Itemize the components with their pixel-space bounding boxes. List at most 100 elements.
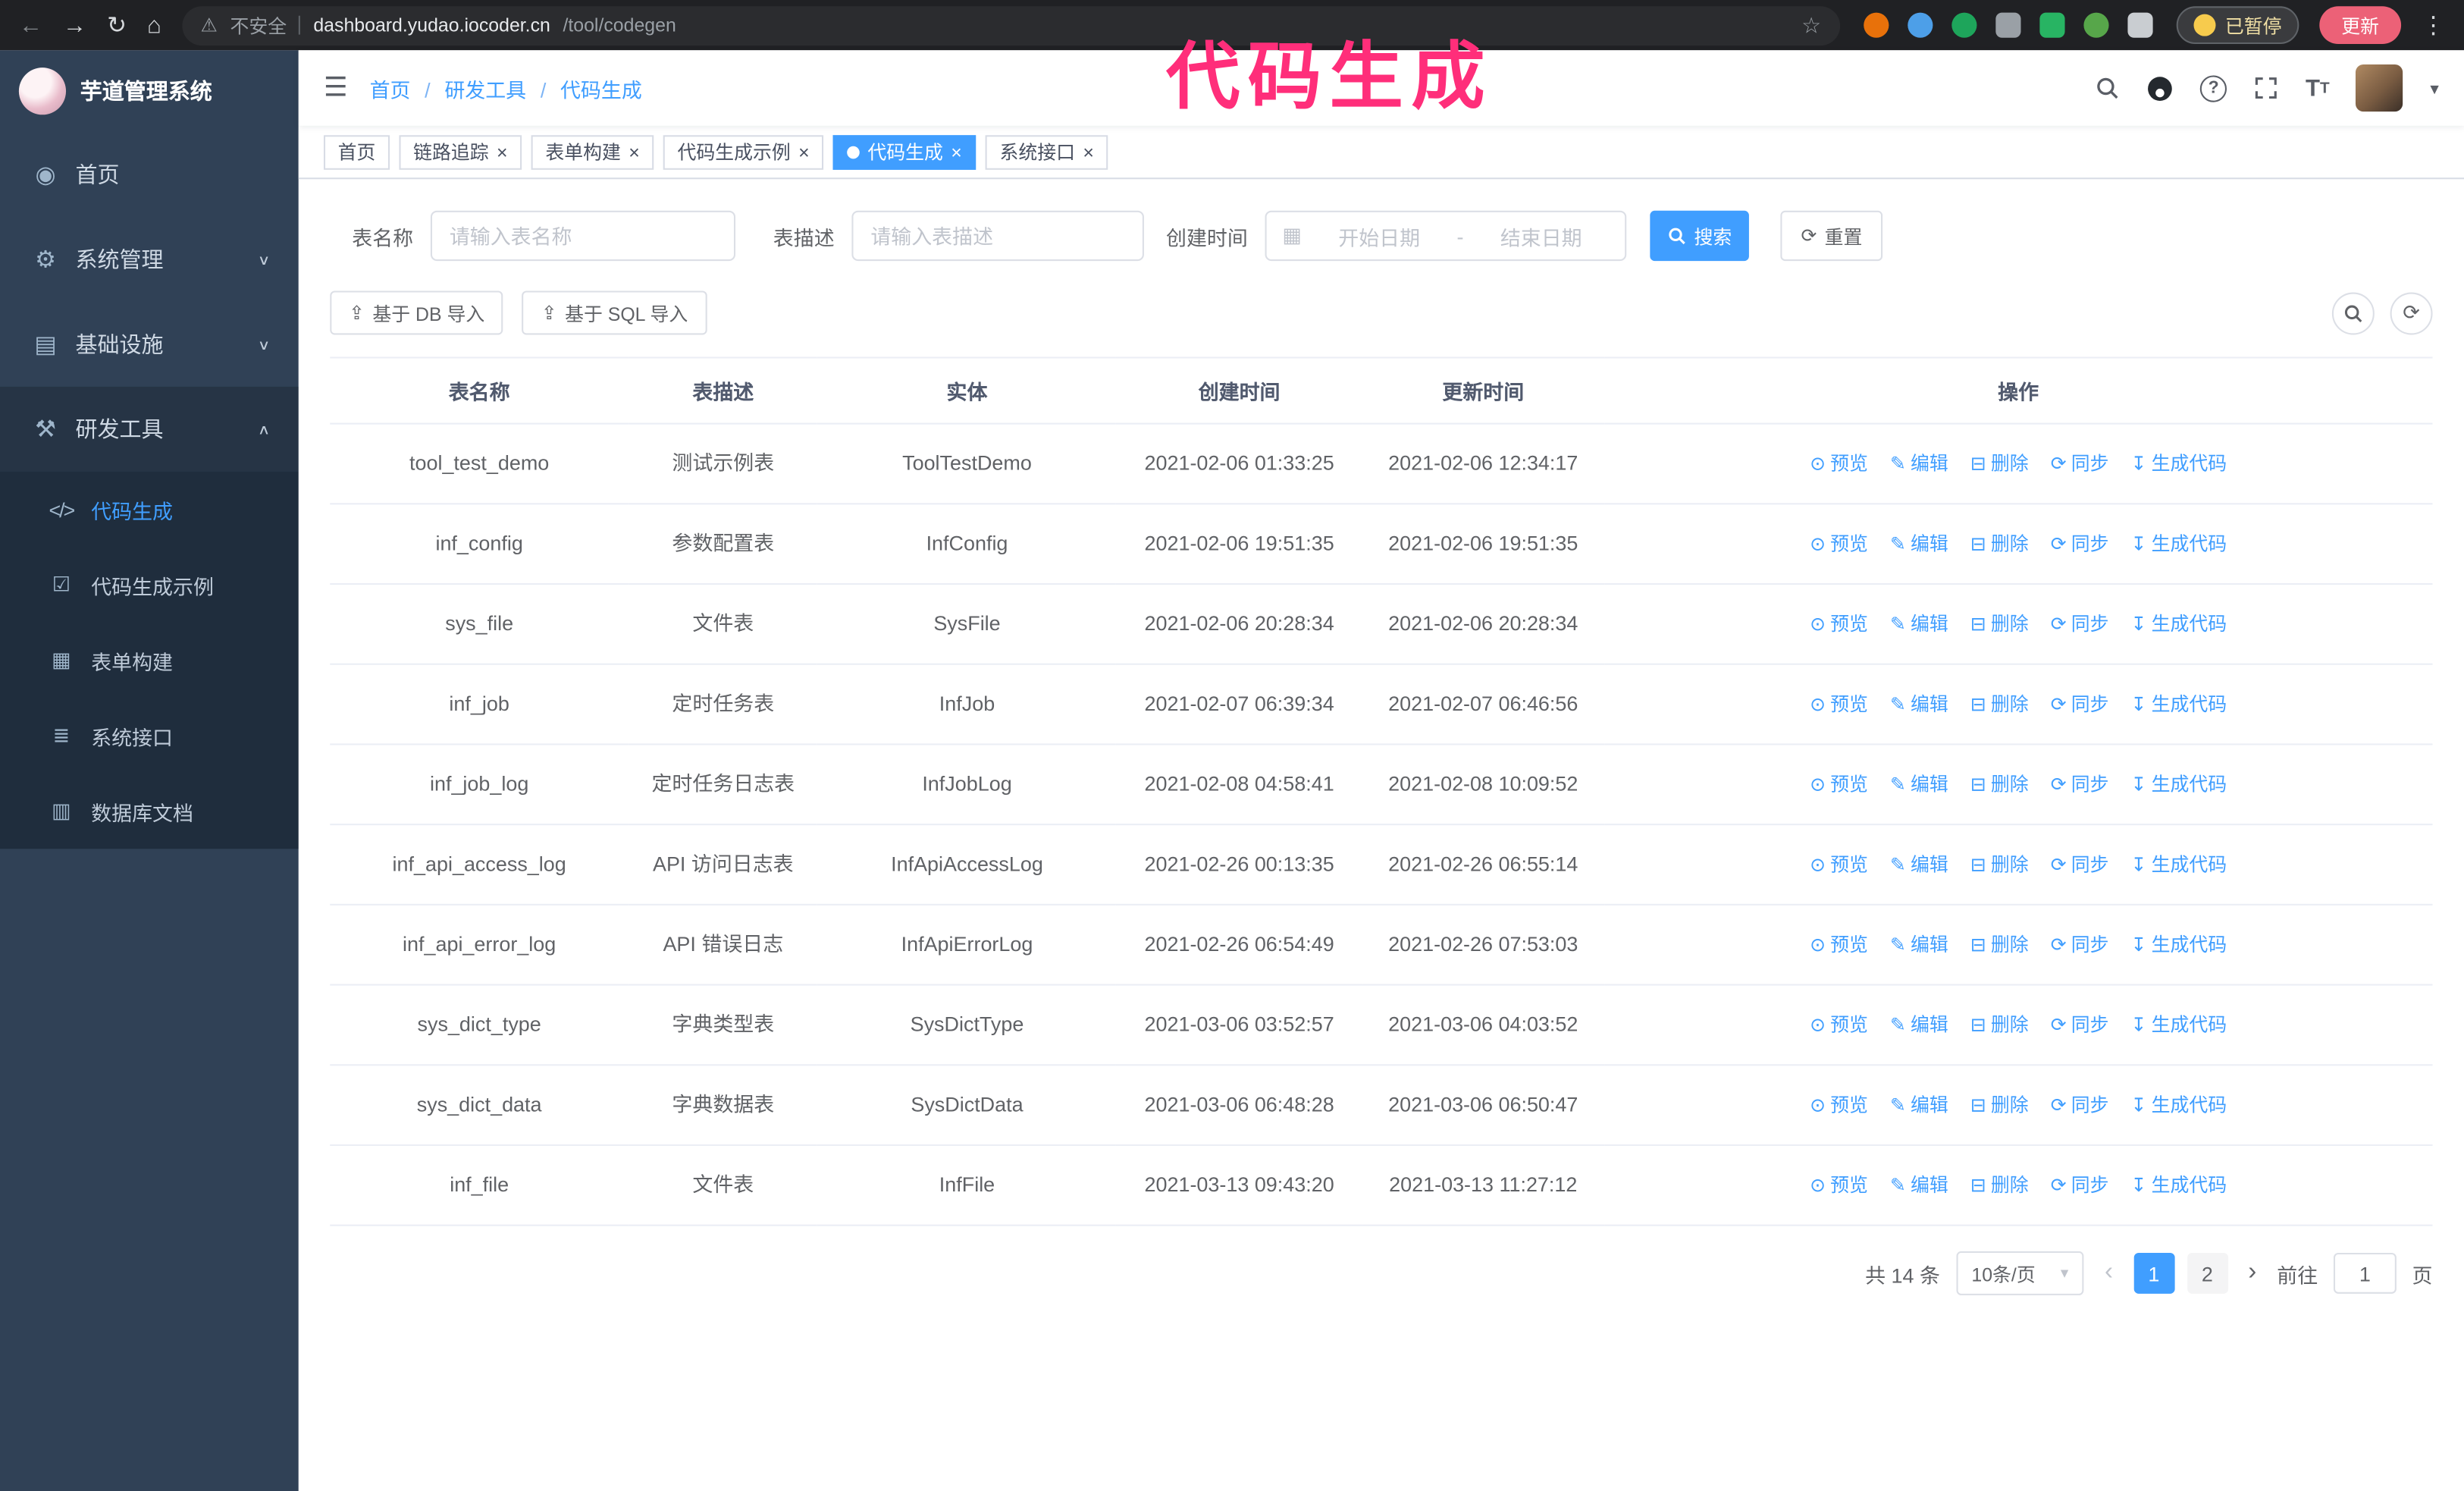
sync-link[interactable]: ⟳ 同步 bbox=[2051, 690, 2109, 718]
preview-link[interactable]: ⊙ 预览 bbox=[1810, 1091, 1868, 1119]
delete-link[interactable]: ⊟ 删除 bbox=[1970, 771, 2029, 799]
delete-link[interactable]: ⊟ 删除 bbox=[1970, 529, 2029, 557]
user-avatar[interactable] bbox=[2356, 64, 2404, 112]
delete-link[interactable]: ⊟ 删除 bbox=[1970, 931, 2029, 959]
edit-link[interactable]: ✎ 编辑 bbox=[1890, 931, 1948, 959]
sync-link[interactable]: ⟳ 同步 bbox=[2051, 850, 2109, 878]
edit-link[interactable]: ✎ 编辑 bbox=[1890, 610, 1948, 638]
delete-link[interactable]: ⊟ 删除 bbox=[1970, 850, 2029, 878]
close-icon[interactable]: × bbox=[1083, 143, 1094, 162]
edit-link[interactable]: ✎ 编辑 bbox=[1890, 850, 1948, 878]
sync-link[interactable]: ⟳ 同步 bbox=[2051, 450, 2109, 478]
delete-link[interactable]: ⊟ 删除 bbox=[1970, 610, 2029, 638]
github-icon[interactable] bbox=[2147, 74, 2174, 101]
generate-code-link[interactable]: ↧ 生成代码 bbox=[2131, 771, 2227, 799]
sync-link[interactable]: ⟳ 同步 bbox=[2051, 931, 2109, 959]
preview-link[interactable]: ⊙ 预览 bbox=[1810, 850, 1868, 878]
font-size-icon[interactable]: TT bbox=[2306, 74, 2330, 101]
sidebar-item-form-builder[interactable]: ▦ 表单构建 bbox=[0, 623, 299, 698]
generate-code-link[interactable]: ↧ 生成代码 bbox=[2131, 690, 2227, 718]
preview-link[interactable]: ⊙ 预览 bbox=[1810, 690, 1868, 718]
sidebar-item-codegen[interactable]: </> 代码生成 bbox=[0, 472, 299, 547]
sync-link[interactable]: ⟳ 同步 bbox=[2051, 610, 2109, 638]
refresh-table-button[interactable]: ⟳ bbox=[2390, 291, 2433, 334]
page-number-button[interactable]: 2 bbox=[2187, 1252, 2228, 1294]
generate-code-link[interactable]: ↧ 生成代码 bbox=[2131, 610, 2227, 638]
edit-link[interactable]: ✎ 编辑 bbox=[1890, 1091, 1948, 1119]
fullscreen-icon[interactable] bbox=[2254, 75, 2279, 100]
breadcrumb-item[interactable]: 代码生成 bbox=[526, 73, 642, 102]
sync-link[interactable]: ⟳ 同步 bbox=[2051, 1171, 2109, 1199]
sidebar-item-home[interactable]: ◉ 首页 bbox=[0, 132, 299, 217]
delete-link[interactable]: ⊟ 删除 bbox=[1970, 690, 2029, 718]
page-number-button[interactable]: 1 bbox=[2133, 1252, 2174, 1294]
delete-link[interactable]: ⊟ 删除 bbox=[1970, 1091, 2029, 1119]
address-bar[interactable]: ⚠ 不安全 dashboard.yudao.iocoder.cn/tool/co… bbox=[181, 5, 1841, 46]
delete-link[interactable]: ⊟ 删除 bbox=[1970, 1171, 2029, 1199]
generate-code-link[interactable]: ↧ 生成代码 bbox=[2131, 850, 2227, 878]
generate-code-link[interactable]: ↧ 生成代码 bbox=[2131, 931, 2227, 959]
update-button[interactable]: 更新 bbox=[2319, 6, 2402, 45]
import-sql-button[interactable]: ⇪ 基于 SQL 导入 bbox=[522, 290, 707, 335]
chevron-down-icon[interactable]: ▾ bbox=[2430, 78, 2438, 99]
sync-link[interactable]: ⟳ 同步 bbox=[2051, 1011, 2109, 1039]
paused-badge[interactable]: 已暂停 bbox=[2176, 6, 2299, 45]
generate-code-link[interactable]: ↧ 生成代码 bbox=[2131, 1171, 2227, 1199]
breadcrumb-item[interactable]: 首页 bbox=[370, 73, 411, 102]
sidebar-item-codegen-example[interactable]: ☑ 代码生成示例 bbox=[0, 547, 299, 622]
edit-link[interactable]: ✎ 编辑 bbox=[1890, 1011, 1948, 1039]
toggle-search-button[interactable] bbox=[2331, 291, 2375, 334]
generate-code-link[interactable]: ↧ 生成代码 bbox=[2131, 450, 2227, 478]
edit-link[interactable]: ✎ 编辑 bbox=[1890, 690, 1948, 718]
edit-link[interactable]: ✎ 编辑 bbox=[1890, 1171, 1948, 1199]
search-icon[interactable] bbox=[2095, 75, 2120, 100]
sync-link[interactable]: ⟳ 同步 bbox=[2051, 1091, 2109, 1119]
extension-icon[interactable] bbox=[1995, 12, 2021, 38]
security-label[interactable]: 不安全 bbox=[230, 12, 287, 39]
generate-code-link[interactable]: ↧ 生成代码 bbox=[2131, 1011, 2227, 1039]
reload-icon[interactable]: ↻ bbox=[107, 14, 127, 37]
page-size-select[interactable]: 10条/页 ▾ bbox=[1955, 1251, 2085, 1295]
menu-kebab-icon[interactable]: ⋮ bbox=[2422, 14, 2445, 37]
close-icon[interactable]: × bbox=[951, 143, 962, 162]
app-logo[interactable]: 芋道管理系统 bbox=[0, 50, 299, 132]
delete-link[interactable]: ⊟ 删除 bbox=[1970, 1011, 2029, 1039]
extension-icon[interactable] bbox=[1864, 12, 1889, 38]
home-icon[interactable]: ⌂ bbox=[147, 14, 161, 37]
close-icon[interactable]: × bbox=[629, 143, 640, 162]
preview-link[interactable]: ⊙ 预览 bbox=[1810, 610, 1868, 638]
sync-link[interactable]: ⟳ 同步 bbox=[2051, 771, 2109, 799]
sidebar-toggle-icon[interactable]: ☰ bbox=[324, 72, 348, 103]
close-icon[interactable]: × bbox=[798, 143, 810, 162]
tab[interactable]: 表单构建 × bbox=[531, 134, 654, 169]
next-page-button[interactable]: › bbox=[2243, 1259, 2261, 1287]
generate-code-link[interactable]: ↧ 生成代码 bbox=[2131, 529, 2227, 557]
forward-icon[interactable]: → bbox=[63, 14, 86, 37]
preview-link[interactable]: ⊙ 预览 bbox=[1810, 931, 1868, 959]
table-desc-input[interactable] bbox=[851, 210, 1144, 262]
extension-icon[interactable] bbox=[1951, 12, 1977, 38]
preview-link[interactable]: ⊙ 预览 bbox=[1810, 1171, 1868, 1199]
reset-button[interactable]: ⟳ 重置 bbox=[1780, 210, 1883, 262]
prev-page-button[interactable]: ‹ bbox=[2100, 1259, 2118, 1287]
table-name-input[interactable] bbox=[430, 210, 736, 262]
tab[interactable]: 代码生成示例 × bbox=[663, 134, 824, 169]
extension-icon[interactable] bbox=[2039, 12, 2065, 38]
preview-link[interactable]: ⊙ 预览 bbox=[1810, 529, 1868, 557]
search-button[interactable]: 搜索 bbox=[1650, 210, 1750, 262]
sidebar-item-system[interactable]: ⚙ 系统管理 ∨ bbox=[0, 217, 299, 302]
help-icon[interactable]: ? bbox=[2200, 74, 2227, 102]
preview-link[interactable]: ⊙ 预览 bbox=[1810, 1011, 1868, 1039]
date-range-picker[interactable]: ▦ 开始日期 - 结束日期 bbox=[1265, 210, 1627, 262]
sync-link[interactable]: ⟳ 同步 bbox=[2051, 529, 2109, 557]
tab[interactable]: 系统接口 × bbox=[985, 134, 1108, 169]
goto-page-input[interactable] bbox=[2333, 1252, 2397, 1294]
extension-icon[interactable] bbox=[1908, 12, 1933, 38]
sidebar-item-infrastructure[interactable]: ▤ 基础设施 ∨ bbox=[0, 302, 299, 387]
import-db-button[interactable]: ⇪ 基于 DB 导入 bbox=[330, 290, 504, 335]
sidebar-item-devtools[interactable]: ⚒ 研发工具 ∧ bbox=[0, 386, 299, 472]
breadcrumb-item[interactable]: 研发工具 bbox=[411, 73, 526, 102]
preview-link[interactable]: ⊙ 预览 bbox=[1810, 771, 1868, 799]
tab[interactable]: 首页 bbox=[323, 134, 390, 169]
back-icon[interactable]: ← bbox=[19, 14, 42, 37]
